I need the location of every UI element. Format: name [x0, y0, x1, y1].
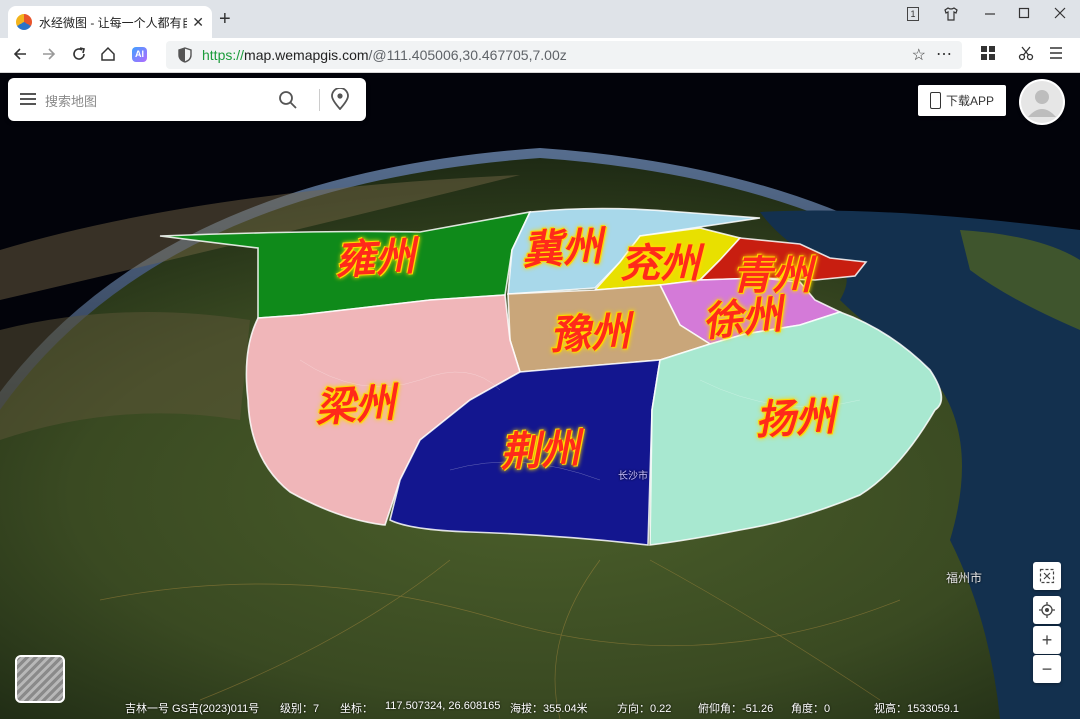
- url-text[interactable]: https://map.wemapgis.com/@111.405006,30.…: [202, 47, 567, 63]
- location-pin-icon[interactable]: [330, 88, 350, 110]
- new-tab-button[interactable]: +: [219, 9, 231, 29]
- menu-icon[interactable]: [20, 93, 36, 105]
- shirt-icon[interactable]: [937, 6, 965, 25]
- download-app-label: 下载APP: [945, 94, 994, 108]
- site-favicon-icon: [16, 14, 32, 30]
- crosshair-icon: [1039, 602, 1055, 618]
- search-divider: [319, 89, 320, 111]
- map-search-box: [8, 78, 366, 121]
- globe-map: [0, 73, 1080, 719]
- phone-icon: [929, 92, 941, 109]
- shield-icon: [178, 47, 192, 63]
- user-avatar[interactable]: [1019, 79, 1065, 125]
- region-label-jingzhou: 荆州: [499, 424, 582, 477]
- forward-arrow-icon[interactable]: [38, 45, 60, 68]
- region-label-jizhou: 冀州: [521, 222, 604, 275]
- minimize-button[interactable]: [976, 6, 1004, 23]
- altitude: 海拔：355.04米: [510, 703, 588, 715]
- region-label-liangzhou: 梁州: [313, 379, 397, 432]
- home-icon[interactable]: [97, 45, 119, 68]
- search-icon[interactable]: [278, 90, 298, 110]
- basemap-switcher-thumbnail[interactable]: [15, 655, 65, 703]
- zoom-in-button[interactable]: +: [1033, 626, 1061, 654]
- screenshot-tool-button[interactable]: [1033, 562, 1061, 590]
- back-arrow-icon[interactable]: [9, 45, 31, 68]
- region-label-yuzhou: 豫州: [549, 307, 632, 360]
- zoom-level: 级别：7: [280, 703, 320, 715]
- coord-value: 117.507324, 26.608165: [385, 700, 501, 712]
- tab-close-icon[interactable]: ✕: [192, 14, 204, 31]
- angle: 角度：0: [791, 703, 831, 715]
- bookmark-star-icon[interactable]: ☆: [912, 45, 926, 65]
- imagery-source: 吉林一号 GS吉(2023)011号: [125, 703, 260, 715]
- tab-title: 水经微图 - 让每一个人都有自: [39, 15, 187, 30]
- ai-assistant-icon[interactable]: AI: [132, 47, 147, 62]
- zoom-out-button[interactable]: −: [1033, 655, 1061, 683]
- maximize-button[interactable]: [1010, 6, 1038, 23]
- scissors-icon[interactable]: [1015, 45, 1037, 66]
- city-label-fuzhou: 福州市: [946, 571, 983, 585]
- heading: 方向：0.22: [617, 703, 672, 715]
- region-label-yongzhou: 雍州: [334, 232, 417, 285]
- view-height: 视高：1533059.1: [874, 703, 959, 715]
- locate-me-button[interactable]: [1033, 596, 1061, 624]
- crop-scissors-icon: [1039, 568, 1055, 584]
- region-label-yanzhou: 兖州: [620, 240, 700, 287]
- download-app-button[interactable]: 下载APP: [918, 85, 1006, 116]
- grid-apps-icon[interactable]: [977, 45, 999, 66]
- browser-titlebar: 水经微图 - 让每一个人都有自 ✕ + 1: [0, 0, 1080, 38]
- coord-label: 坐标：: [340, 703, 373, 715]
- user-avatar-icon: [1021, 81, 1063, 123]
- region-label-yangzhou: 扬州: [754, 392, 837, 445]
- browser-tab[interactable]: 水经微图 - 让每一个人都有自 ✕: [8, 6, 212, 38]
- city-label-changsha: 长沙市: [618, 471, 648, 482]
- reload-icon[interactable]: [68, 45, 90, 68]
- tab-count-badge[interactable]: 1: [907, 7, 919, 21]
- more-options-icon[interactable]: ⋯: [936, 44, 952, 64]
- close-window-button[interactable]: [1046, 6, 1074, 23]
- search-input[interactable]: [43, 90, 267, 112]
- region-label-xuzhou: 徐州: [700, 290, 785, 347]
- pitch: 俯仰角：-51.26: [698, 703, 774, 715]
- map-viewport[interactable]: 雍州 冀州 兖州 青州 徐州 豫州 梁州 荆州 扬州 长沙市 福州市: [0, 73, 1080, 719]
- hamburger-menu-icon[interactable]: [1045, 45, 1067, 66]
- address-bar[interactable]: https://map.wemapgis.com/@111.405006,30.…: [166, 41, 962, 69]
